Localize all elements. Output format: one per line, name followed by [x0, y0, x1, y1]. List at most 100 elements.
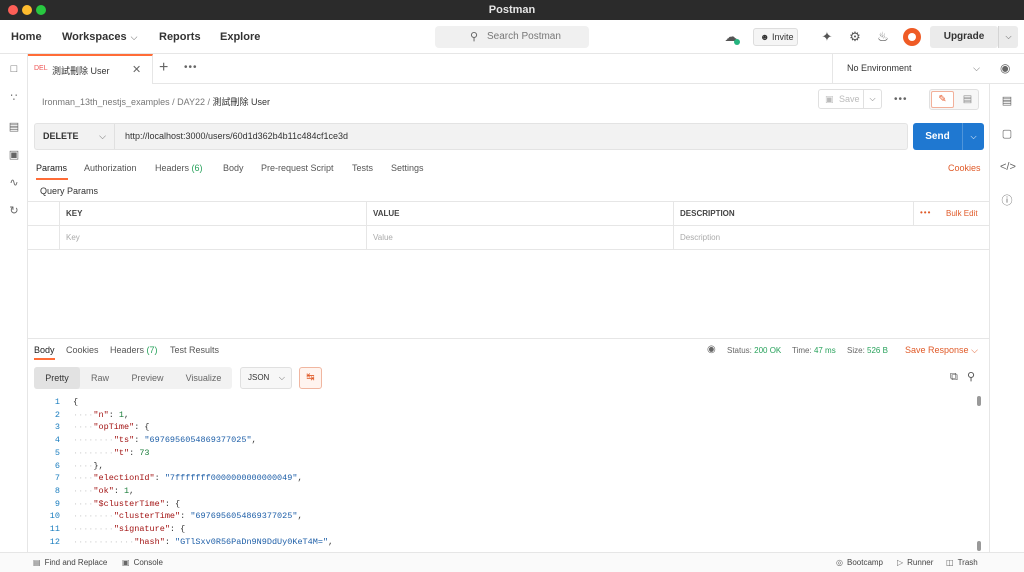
tab-tests[interactable]: Tests	[352, 163, 373, 173]
copy-icon[interactable]: ⧉	[950, 371, 958, 384]
bootcamp-icon: ◎	[836, 558, 843, 567]
response-tab-cookies[interactable]: Cookies	[66, 345, 99, 355]
pencil-icon[interactable]: ✎	[931, 91, 954, 108]
language-select[interactable]: JSON ⌵	[240, 367, 292, 389]
save-response-label: Save Response	[905, 345, 969, 355]
code-line: 3 ····"opTime": {	[28, 422, 977, 435]
format-raw[interactable]: Raw	[80, 367, 120, 389]
format-preview[interactable]: Preview	[120, 367, 175, 389]
line-number: 4	[54, 435, 60, 446]
scroll-up-handle[interactable]	[977, 396, 981, 406]
size-text: Size: 526 B	[847, 346, 888, 355]
tab-pre-request-script[interactable]: Pre-request Script	[261, 163, 334, 173]
table-header-row: KEY VALUE DESCRIPTION	[28, 202, 989, 226]
environment-selector[interactable]: No Environment ⌵	[832, 54, 990, 84]
line-number: 3	[54, 422, 60, 433]
more-tabs-icon[interactable]: •••	[184, 62, 198, 73]
code-snippet-icon[interactable]: </>	[1000, 160, 1016, 174]
history-icon[interactable]: ↻	[7, 204, 21, 218]
satellite-icon[interactable]: ✦	[819, 29, 835, 45]
more-actions-icon[interactable]: •••	[894, 94, 908, 105]
active-response-tab-indicator	[34, 358, 55, 360]
mock-servers-icon[interactable]: ▣	[7, 148, 21, 162]
environment-quick-look-icon[interactable]: ◉	[1000, 61, 1010, 75]
invite-button[interactable]: ☻ Invite	[753, 28, 798, 46]
response-scrollbar[interactable]	[977, 396, 981, 552]
url-input[interactable]	[115, 124, 907, 149]
monitors-icon[interactable]: ∿	[7, 176, 21, 190]
edit-mode-toggle: ✎ ▤	[929, 89, 979, 110]
description-input[interactable]: Description	[673, 226, 989, 250]
runner-button[interactable]: ▷ Runner	[897, 558, 933, 567]
upgrade-button[interactable]: Upgrade	[930, 26, 998, 48]
method-select[interactable]: DELETE ⌵	[35, 124, 115, 149]
code-text: ········"t": 73	[73, 447, 150, 458]
scroll-down-handle[interactable]	[977, 541, 981, 551]
collections-icon[interactable]: □	[7, 62, 21, 76]
trash-button[interactable]: ◫ Trash	[946, 558, 978, 567]
response-body-viewer[interactable]: 1{2 ····"n": 1, 3 ····"opTime": {4 ········"…	[28, 396, 977, 552]
close-icon[interactable]: ✕	[132, 63, 141, 76]
query-params-title: Query Params	[40, 186, 99, 196]
avatar[interactable]	[903, 28, 921, 46]
apis-icon[interactable]: ∵	[7, 91, 21, 105]
format-visualize[interactable]: Visualize	[175, 367, 232, 389]
request-tab-bar: DEL 測試刪除 User ✕ + ••• No Environment ⌵	[28, 54, 1024, 84]
find-replace-button[interactable]: ▤ Find and Replace	[33, 558, 107, 567]
cookies-link[interactable]: Cookies	[948, 163, 981, 173]
settings-gear-icon[interactable]: ⚙	[847, 29, 863, 45]
info-icon[interactable]: ⓘ	[1000, 194, 1014, 208]
line-number: 9	[54, 498, 60, 509]
response-tab-headers[interactable]: Headers (7)	[110, 345, 158, 355]
breadcrumb-collection[interactable]: Ironman_13th_nestjs_examples	[42, 97, 170, 107]
save-response-button[interactable]: Save Response ⌵	[905, 345, 978, 356]
save-dropdown-button[interactable]: ⌵	[864, 89, 882, 109]
key-input[interactable]: Key	[59, 226, 366, 250]
upgrade-dropdown-button[interactable]: ⌵	[998, 26, 1018, 48]
nav-workspaces-label: Workspaces	[62, 31, 127, 43]
bulk-edit-button[interactable]: Bulk Edit	[946, 209, 978, 218]
breadcrumb-folder[interactable]: DAY22	[177, 97, 205, 107]
globe-icon[interactable]: ◉	[707, 344, 716, 355]
line-number: 12	[49, 536, 60, 547]
code-line: 11 ········"signature": {	[28, 524, 977, 537]
table-options-icon[interactable]: •••	[920, 208, 931, 217]
send-button[interactable]: Send	[913, 123, 962, 150]
response-tab-body[interactable]: Body	[34, 345, 55, 355]
nav-home[interactable]: Home	[11, 31, 42, 43]
tab-headers[interactable]: Headers (6)	[155, 163, 203, 173]
sync-status-icon[interactable]: ☁	[723, 29, 740, 45]
documentation-icon[interactable]: ▤	[1000, 94, 1014, 108]
value-input[interactable]: Value	[366, 226, 673, 250]
wrap-lines-icon[interactable]: ↹	[299, 367, 322, 389]
tab-params[interactable]: Params	[36, 163, 67, 173]
environments-icon[interactable]: ▤	[7, 120, 21, 134]
pane-divider[interactable]	[28, 338, 989, 339]
format-pretty[interactable]: Pretty	[34, 367, 80, 389]
notification-bell-icon[interactable]: ♨	[875, 29, 891, 45]
tab-body[interactable]: Body	[223, 163, 244, 173]
breadcrumb-request[interactable]: 測試刪除 User	[213, 97, 271, 107]
nav-reports[interactable]: Reports	[159, 31, 201, 43]
search-icon[interactable]: ⚲	[967, 370, 975, 383]
code-text: {	[73, 397, 79, 407]
code-text: ····"n": 1,	[73, 409, 130, 420]
search-input[interactable]: ⚲ Search Postman	[435, 26, 589, 48]
trash-label: Trash	[957, 558, 978, 567]
request-tab-active[interactable]: DEL 測試刪除 User ✕	[28, 54, 153, 84]
response-tab-test-results[interactable]: Test Results	[170, 345, 219, 355]
active-tab-indicator	[36, 178, 68, 180]
comment-mode-icon[interactable]: ▤	[957, 91, 978, 108]
nav-explore[interactable]: Explore	[220, 31, 260, 43]
line-number: 11	[49, 524, 60, 534]
send-dropdown-button[interactable]: ⌵	[962, 123, 984, 150]
console-button[interactable]: ▣ Console	[122, 558, 163, 567]
headers-count-badge: (6)	[191, 163, 203, 173]
nav-workspaces[interactable]: Workspaces ⌵	[62, 31, 137, 43]
comments-icon[interactable]: ▢	[1000, 127, 1014, 141]
bootcamp-button[interactable]: ◎ Bootcamp	[836, 558, 883, 567]
tab-settings[interactable]: Settings	[391, 163, 424, 173]
save-button[interactable]: ▣ Save	[818, 89, 864, 109]
add-tab-icon[interactable]: +	[159, 59, 168, 77]
tab-authorization[interactable]: Authorization	[84, 163, 137, 173]
